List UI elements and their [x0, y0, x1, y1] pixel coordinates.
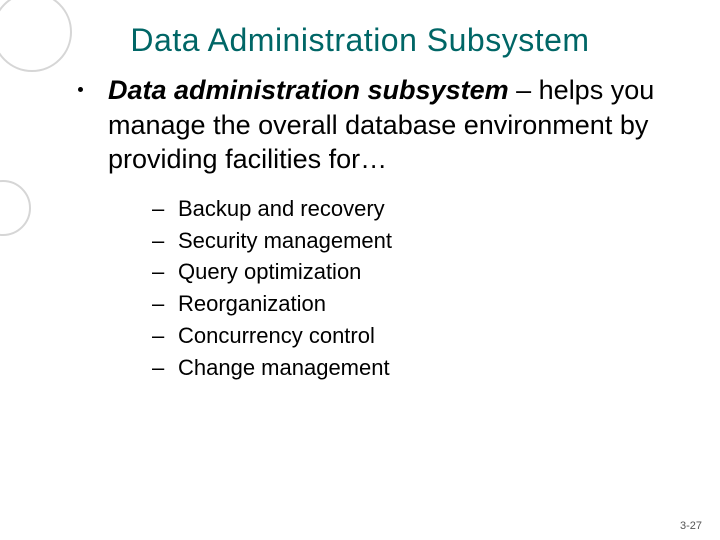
main-list: Data administration subsystem – helps yo…	[78, 73, 670, 384]
main-bullet: Data administration subsystem – helps yo…	[78, 73, 670, 384]
sub-item-label: Change management	[178, 355, 390, 380]
decor-circle-left	[0, 180, 31, 236]
sub-item-label: Backup and recovery	[178, 196, 385, 221]
list-item: – Backup and recovery	[152, 193, 670, 225]
term-emphasis: Data administration subsystem	[108, 75, 509, 105]
decor-circle-top	[0, 0, 72, 72]
dash-icon: –	[152, 225, 164, 257]
bullet-dot-icon	[78, 87, 83, 92]
sub-item-label: Concurrency control	[178, 323, 375, 348]
sub-item-label: Security management	[178, 228, 392, 253]
list-item: – Query optimization	[152, 256, 670, 288]
term-sep: –	[509, 75, 539, 105]
dash-icon: –	[152, 320, 164, 352]
sub-item-label: Query optimization	[178, 259, 361, 284]
list-item: – Security management	[152, 225, 670, 257]
dash-icon: –	[152, 256, 164, 288]
slide-title: Data Administration Subsystem	[30, 22, 690, 59]
dash-icon: –	[152, 193, 164, 225]
slide: Data Administration Subsystem Data admin…	[0, 0, 720, 540]
list-item: – Change management	[152, 352, 670, 384]
list-item: – Concurrency control	[152, 320, 670, 352]
sub-list: – Backup and recovery – Security managem…	[152, 193, 670, 384]
page-number: 3-27	[680, 520, 702, 532]
dash-icon: –	[152, 288, 164, 320]
list-item: – Reorganization	[152, 288, 670, 320]
dash-icon: –	[152, 352, 164, 384]
sub-item-label: Reorganization	[178, 291, 326, 316]
